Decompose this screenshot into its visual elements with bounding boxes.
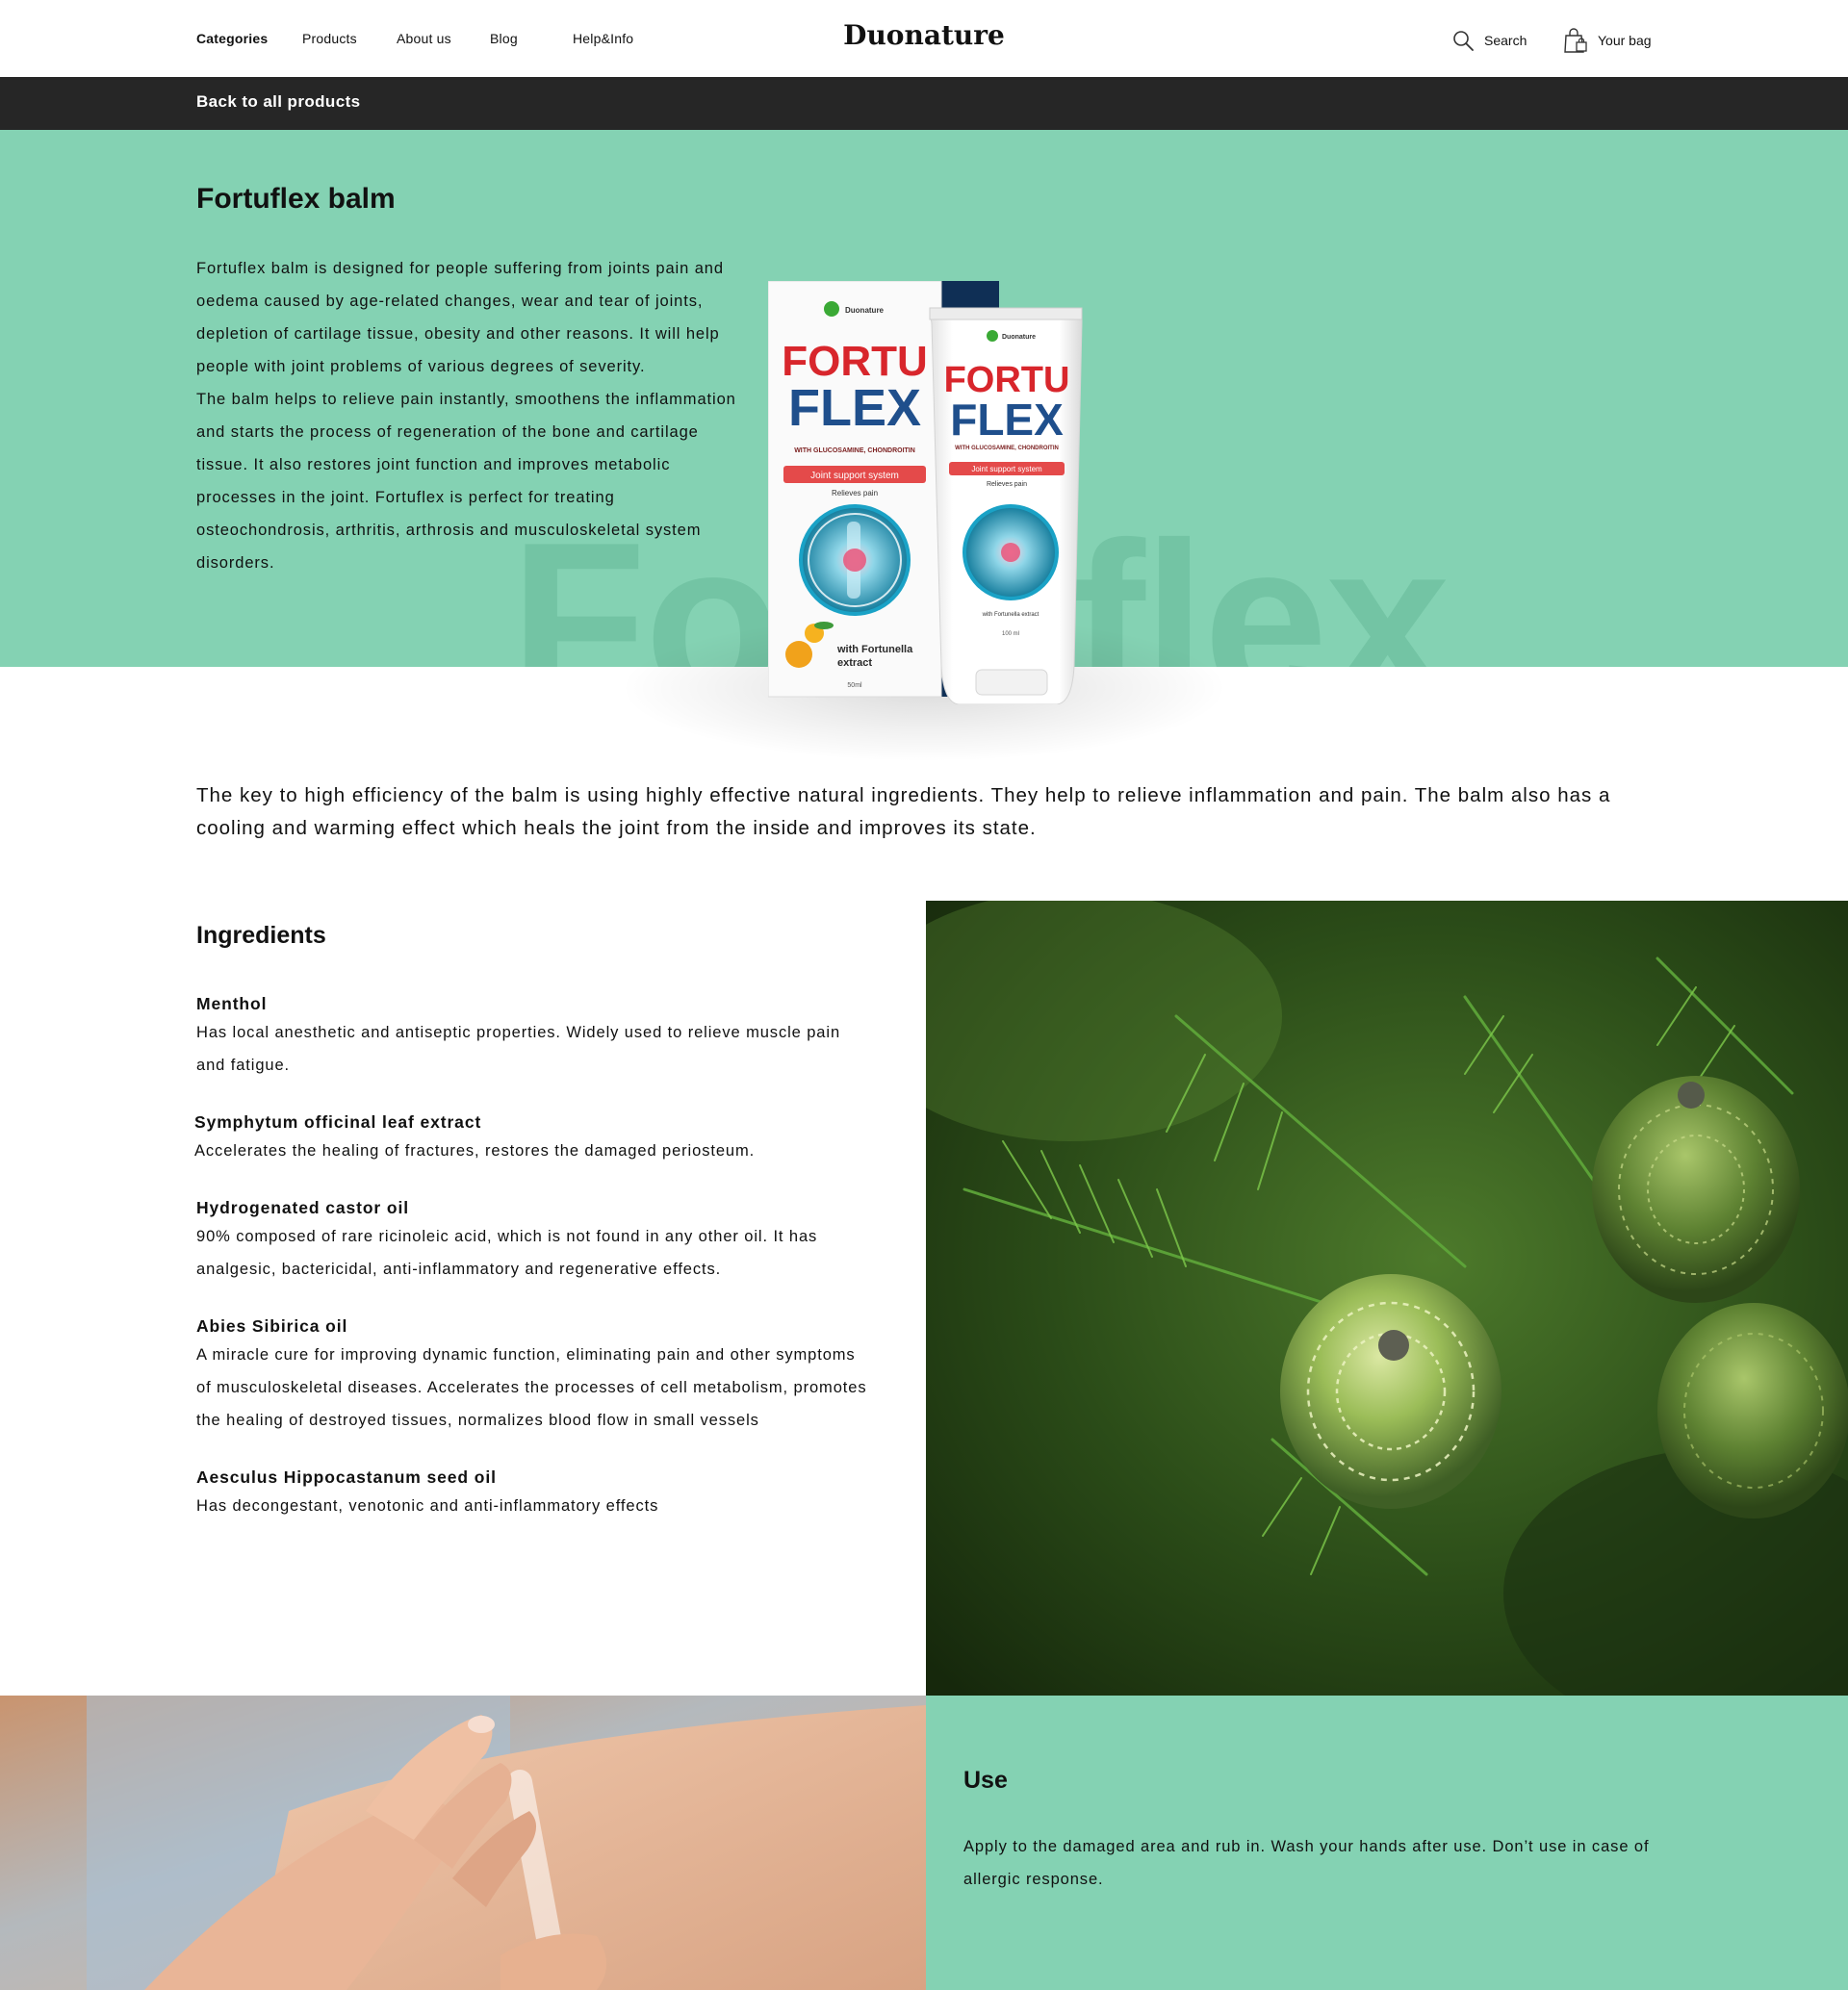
pine-cone: [1592, 1076, 1800, 1303]
tube-name-line-2: FLEX: [950, 395, 1064, 445]
search-label: Search: [1484, 33, 1527, 48]
page-title: Fortuflex balm: [196, 183, 396, 215]
product-image: Duonature FORTU FLEX WITH GLUCOSAMINE, C…: [768, 281, 1083, 704]
ingredient-desc: A miracle cure for improving dynamic fun…: [196, 1346, 867, 1429]
hand-applying-cream-photo: [0, 1696, 926, 1990]
back-to-products-link[interactable]: Back to all products: [196, 92, 360, 112]
tube-banner-text: Joint support system: [971, 465, 1042, 473]
ingredient-item: Aesculus Hippocastanum seed oil Has deco…: [196, 1465, 870, 1522]
ingredient-desc: Accelerates the healing of fractures, re…: [194, 1142, 756, 1160]
ingredient-name: Symphytum officinal leaf extract: [194, 1112, 482, 1132]
ingredient-desc: Has decongestant, venotonic and anti-inf…: [196, 1497, 659, 1515]
ingredient-item: Hydrogenated castor oil 90% composed of …: [196, 1195, 870, 1286]
box-name-line-1: FORTU: [782, 338, 928, 385]
ingredients-list: Menthol Has local anesthetic and antisep…: [194, 991, 870, 1550]
intro-text: The key to high efficiency of the balm i…: [196, 784, 1611, 839]
tube-extract: with Fortunella extract: [982, 612, 1040, 618]
search-icon: [1451, 29, 1475, 52]
ingredient-name: Aesculus Hippocastanum seed oil: [196, 1467, 497, 1487]
ingredient-name: Abies Sibirica oil: [196, 1316, 348, 1336]
box-extract-line-1: with Fortunella: [836, 644, 913, 655]
ingredient-desc: Has local anesthetic and antiseptic prop…: [196, 1024, 841, 1074]
box-claim: Relieves pain: [832, 489, 878, 498]
tube-leaf-logo-icon: [987, 330, 998, 342]
box-extract-line-2: extract: [837, 657, 872, 669]
search-button[interactable]: Search: [1451, 27, 1527, 54]
tube-claim: Relieves pain: [987, 481, 1027, 488]
pine-cone: [1657, 1303, 1848, 1518]
ingredient-item: Symphytum officinal leaf extract Acceler…: [194, 1110, 870, 1167]
bag-label: Your bag: [1598, 33, 1652, 48]
ingredient-name: Hydrogenated castor oil: [196, 1198, 410, 1217]
box-banner-text: Joint support system: [810, 471, 899, 481]
ingredients-heading: Ingredients: [196, 922, 326, 949]
product-description: Fortuflex balm is designed for people su…: [196, 252, 745, 579]
use-heading: Use: [963, 1767, 1008, 1794]
box-volume: 50ml: [847, 682, 862, 689]
ingredient-item: Abies Sibirica oil A miracle cure for im…: [196, 1314, 870, 1437]
pine-cone: [1280, 1274, 1502, 1509]
pine-cones-photo: [926, 901, 1848, 1696]
tube-cap: [975, 669, 1048, 696]
top-navigation: Categories Products About us Blog Help&I…: [0, 0, 1848, 77]
box-brand: Duonature: [845, 306, 885, 315]
ingredient-item: Menthol Has local anesthetic and antisep…: [196, 991, 870, 1082]
tube-brand: Duonature: [1002, 334, 1036, 341]
bag-button[interactable]: Your bag: [1563, 27, 1652, 54]
shopping-bag-icon: [1563, 27, 1588, 54]
tube-subtitle: WITH GLUCOSAMINE, CHONDROITIN: [955, 446, 1059, 451]
description-paragraph-1: Fortuflex balm is designed for people su…: [196, 260, 724, 375]
box-subtitle: WITH GLUCOSAMINE, CHONDROITIN: [794, 447, 915, 454]
box-name-line-2: FLEX: [788, 379, 921, 437]
ingredient-name: Menthol: [196, 994, 268, 1013]
leaf-logo-icon: [824, 301, 839, 317]
ingredient-desc: 90% composed of rare ricinoleic acid, wh…: [196, 1228, 818, 1278]
description-paragraph-2: The balm helps to relieve pain instantly…: [196, 391, 736, 572]
fruit-icon: [785, 641, 812, 668]
use-text: Apply to the damaged area and rub in. Wa…: [963, 1838, 1650, 1888]
tube-volume: 100 ml: [1002, 631, 1019, 637]
